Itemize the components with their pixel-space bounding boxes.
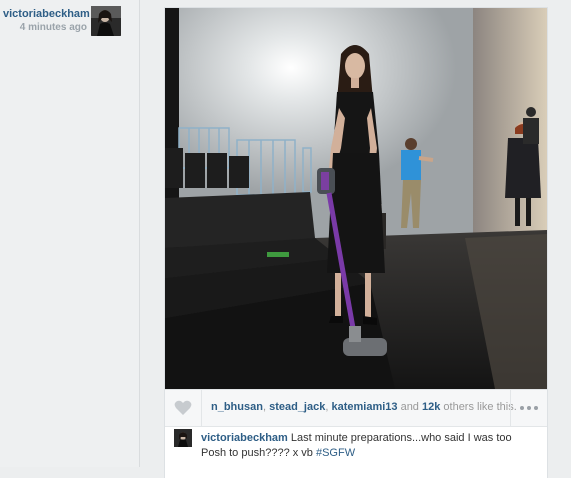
liker-username[interactable]: katemiami13: [331, 401, 397, 413]
likes-count[interactable]: 12k: [422, 401, 440, 413]
avatar[interactable]: [91, 6, 121, 36]
post-timestamp[interactable]: 4 minutes ago: [3, 22, 87, 33]
caption-row: victoriabeckham Last minute preparations…: [165, 426, 547, 478]
author-username[interactable]: victoriabeckham: [3, 8, 90, 20]
like-button[interactable]: [165, 390, 202, 426]
hashtag-link[interactable]: #SGFW: [316, 447, 355, 459]
more-options-button[interactable]: [510, 390, 547, 426]
post-card: n_bhusan, stead_jack, katemiami13 and 12…: [165, 8, 547, 478]
likes-summary: n_bhusan, stead_jack, katemiami13 and 12…: [211, 401, 517, 413]
avatar[interactable]: [174, 429, 192, 447]
post-caption: victoriabeckham Last minute preparations…: [201, 431, 531, 461]
caption-username[interactable]: victoriabeckham: [201, 432, 288, 444]
post-author: victoriabeckham 4 minutes ago: [3, 8, 90, 33]
feed-left-column: victoriabeckham 4 minutes ago: [0, 0, 140, 467]
liker-username[interactable]: stead_jack: [269, 401, 325, 413]
post-photo[interactable]: [165, 8, 547, 389]
photo-illustration: [165, 8, 547, 389]
liker-username[interactable]: n_bhusan: [211, 401, 263, 413]
post-action-bar: n_bhusan, stead_jack, katemiami13 and 12…: [165, 389, 547, 427]
more-options-icon: [520, 406, 524, 410]
heart-icon: [174, 400, 192, 415]
